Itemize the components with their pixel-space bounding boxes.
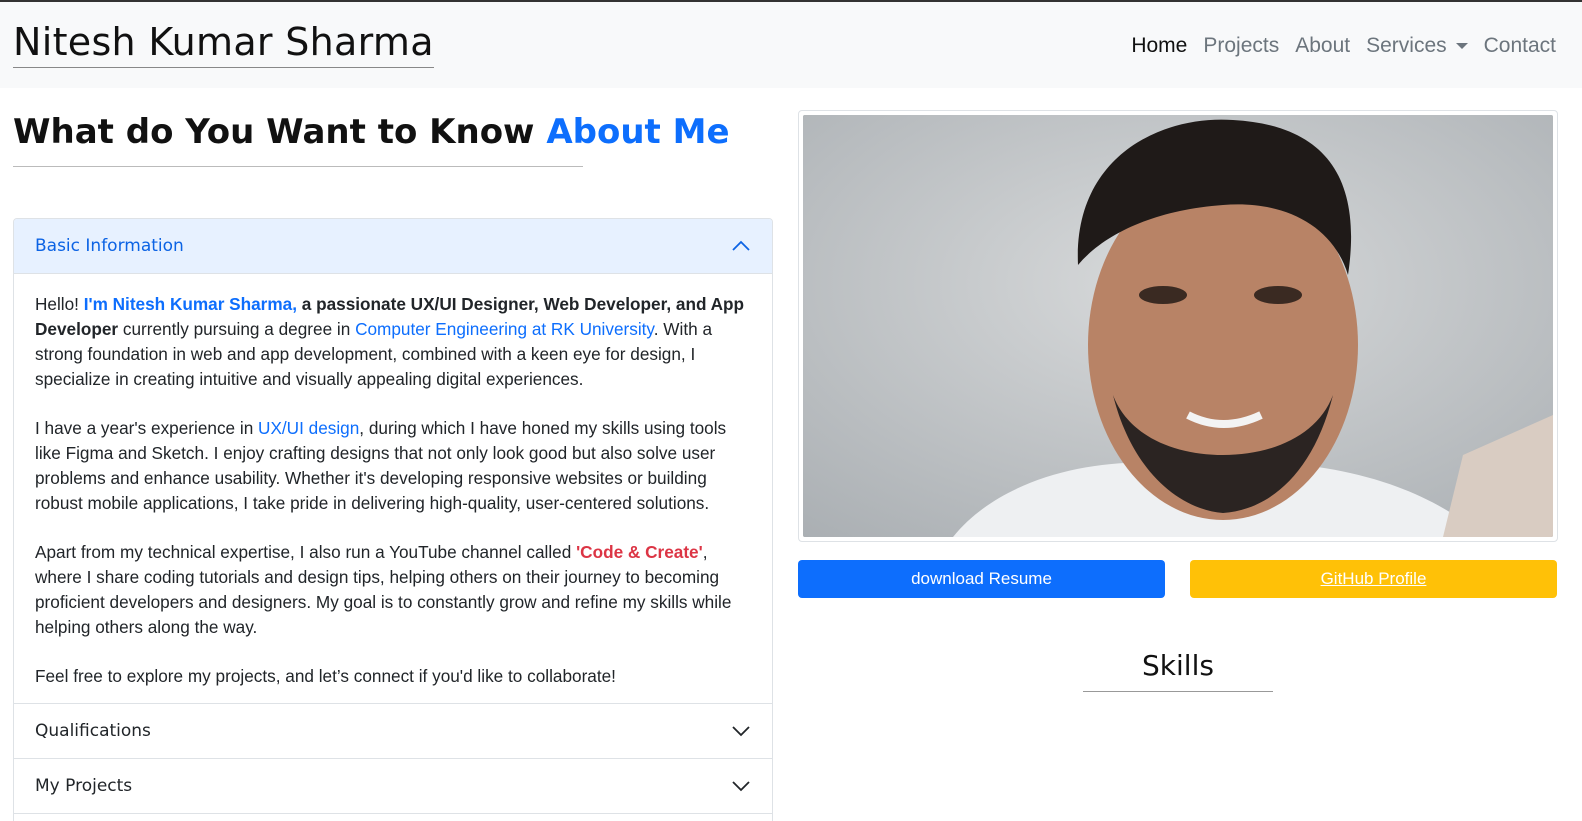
accordion-basic-info-label: Basic Information — [35, 236, 184, 256]
skills-heading: Skills — [1142, 649, 1214, 682]
accordion-projects-header[interactable]: My Projects — [14, 759, 772, 814]
accordion-qualifications-header[interactable]: Qualifications — [14, 704, 772, 759]
nav-contact[interactable]: Contact — [1476, 32, 1564, 60]
about-hello: Hello! — [35, 294, 84, 314]
degree-link[interactable]: Computer Engineering at RK University — [355, 319, 654, 339]
nav-services-dropdown[interactable]: Services — [1358, 32, 1476, 60]
about-experience-intro: I have a year's experience in — [35, 418, 259, 438]
profile-photo-frame — [798, 110, 1558, 542]
about-accordion: Basic Information Hello! I'm Nitesh Kuma… — [13, 218, 773, 821]
accordion-projects-label: My Projects — [35, 776, 133, 796]
channel-name: 'Code & Create' — [576, 542, 703, 562]
skills-divider — [1083, 691, 1273, 692]
nav-home[interactable]: Home — [1123, 32, 1195, 60]
page-title: What do You Want to Know About Me — [13, 110, 730, 154]
nav-projects[interactable]: Projects — [1195, 32, 1287, 60]
nav-about[interactable]: About — [1287, 32, 1358, 60]
page-title-prefix: What do You Want to Know — [13, 112, 547, 152]
nav-services-label: Services — [1366, 34, 1447, 57]
brand-logo[interactable]: Nitesh Kumar Sharma — [13, 19, 434, 68]
about-paragraph-4: Feel free to explore my projects, and le… — [35, 666, 616, 686]
about-paragraph-3: Apart from my technical expertise, I als… — [35, 540, 751, 640]
accordion-basic-info-header[interactable]: Basic Information — [14, 219, 772, 274]
navbar: Nitesh Kumar Sharma Home Projects About … — [0, 2, 1582, 88]
chevron-down-icon — [732, 781, 750, 792]
chevron-up-icon — [732, 240, 750, 251]
download-resume-button[interactable]: download Resume — [798, 560, 1165, 598]
about-name: I'm Nitesh Kumar Sharma, — [83, 294, 297, 314]
caret-down-icon — [1455, 43, 1468, 49]
about-channel-intro: Apart from my technical expertise, I als… — [35, 542, 577, 562]
profile-photo — [803, 115, 1553, 537]
about-degree-intro: currently pursuing a degree in — [118, 319, 356, 339]
about-paragraph-2: I have a year's experience in UX/UI desi… — [35, 416, 751, 516]
github-profile-button[interactable]: GitHub Profile — [1190, 560, 1557, 598]
nav-menu: Home Projects About Services Contact — [1123, 32, 1564, 60]
title-divider — [13, 166, 583, 167]
about-paragraph-1: Hello! I'm Nitesh Kumar Sharma, a passio… — [35, 292, 751, 392]
uxui-link[interactable]: UX/UI design — [258, 418, 359, 438]
accordion-qualifications-label: Qualifications — [35, 721, 151, 741]
accordion-basic-info-body: Hello! I'm Nitesh Kumar Sharma, a passio… — [14, 274, 772, 704]
portrait-illustration — [803, 115, 1553, 537]
page-title-accent: About Me — [546, 112, 730, 152]
chevron-down-icon — [732, 726, 750, 737]
